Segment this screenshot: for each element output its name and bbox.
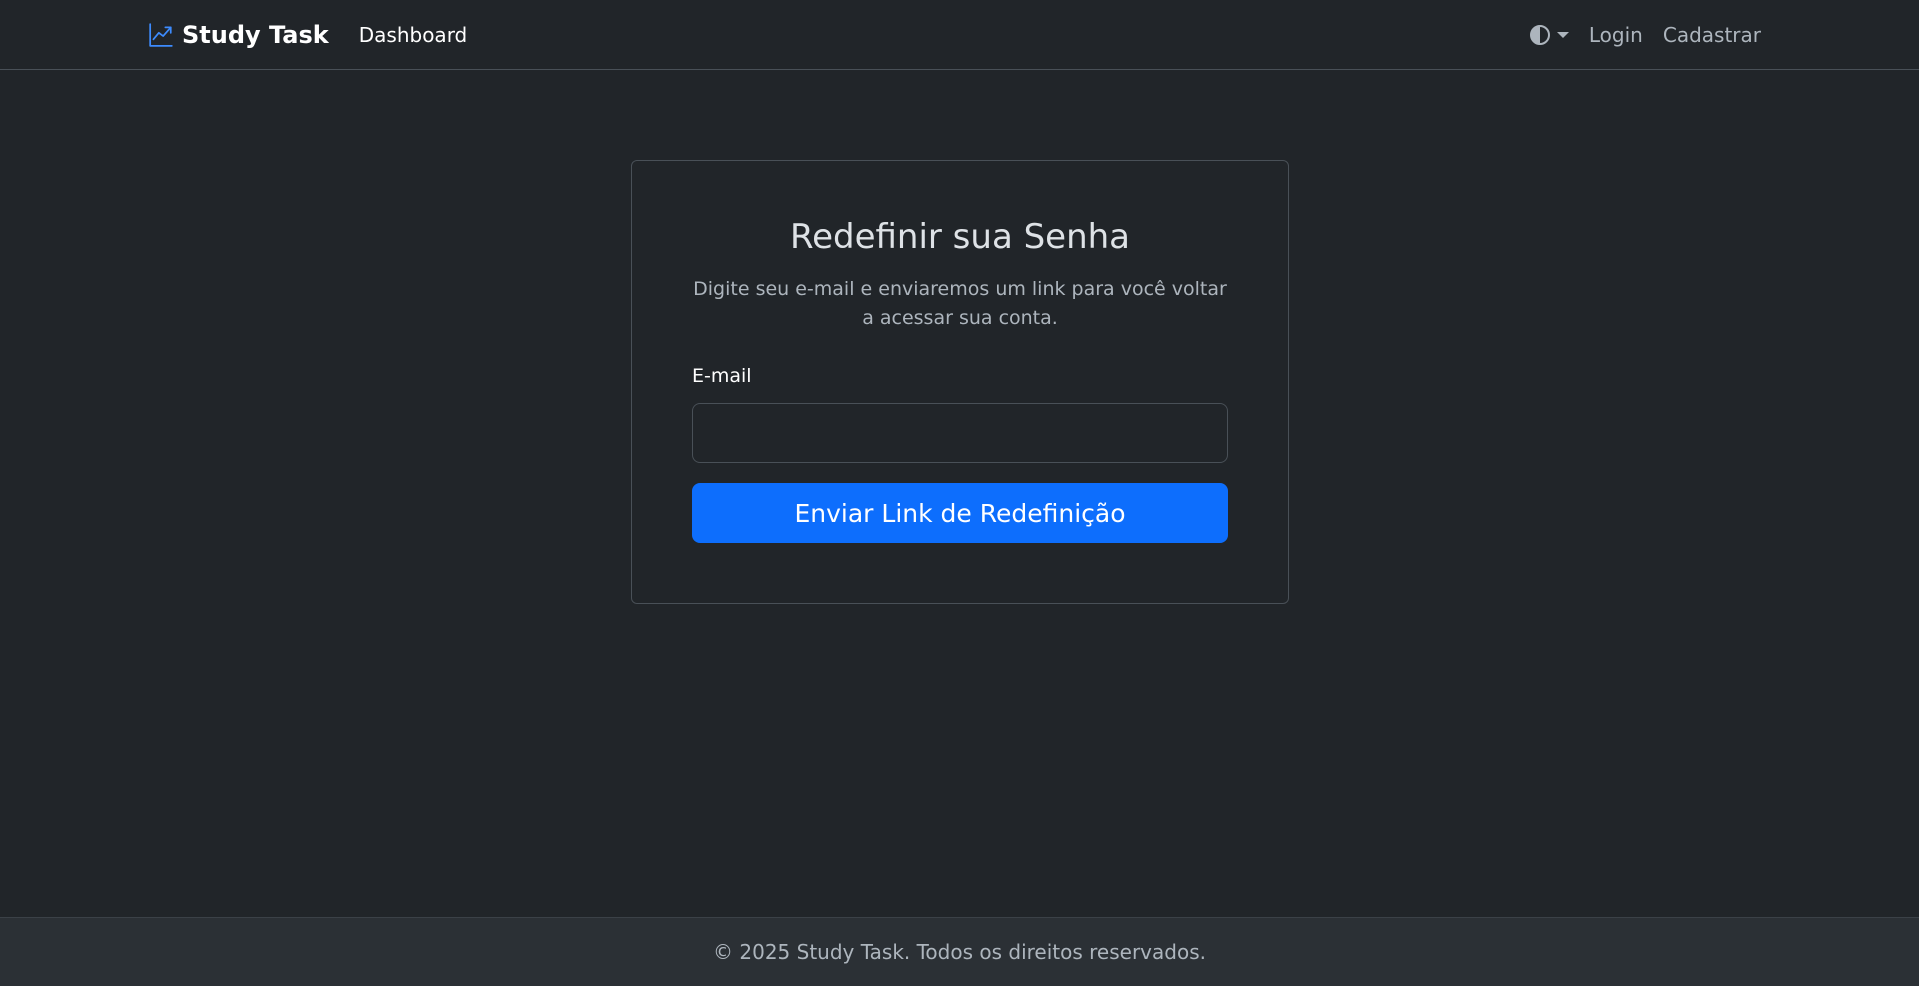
footer-copyright: © 2025 Study Task. Todos os direitos res…	[713, 940, 1206, 964]
reset-password-card: Redefinir sua Senha Digite seu e-mail e …	[631, 160, 1289, 604]
brand-link[interactable]: Study Task	[148, 21, 329, 49]
chevron-down-icon	[1556, 31, 1569, 38]
brand-name: Study Task	[182, 20, 329, 49]
email-label: E-mail	[692, 365, 752, 387]
page-title: Redefinir sua Senha	[789, 217, 1131, 257]
navbar-container: Study Task Dashboard Login Cadastrar	[148, 0, 1761, 69]
email-field[interactable]	[692, 403, 1228, 463]
page-footer: © 2025 Study Task. Todos os direitos res…	[0, 917, 1919, 986]
nav-link-cadastrar[interactable]: Cadastrar	[1663, 23, 1761, 47]
send-reset-link-button[interactable]: Enviar Link de Redefinição	[692, 483, 1228, 543]
nav-link-login[interactable]: Login	[1589, 23, 1643, 47]
theme-toggle-dropdown[interactable]	[1529, 24, 1569, 46]
contrast-icon	[1529, 24, 1551, 46]
page-subtitle: Digite seu e-mail e enviaremos um link p…	[693, 278, 1227, 329]
navbar-right: Login Cadastrar	[1529, 23, 1761, 47]
nav-link-dashboard[interactable]: Dashboard	[359, 23, 468, 47]
trending-up-icon	[148, 22, 174, 48]
top-navbar: Study Task Dashboard Login Cadastrar	[0, 0, 1919, 70]
